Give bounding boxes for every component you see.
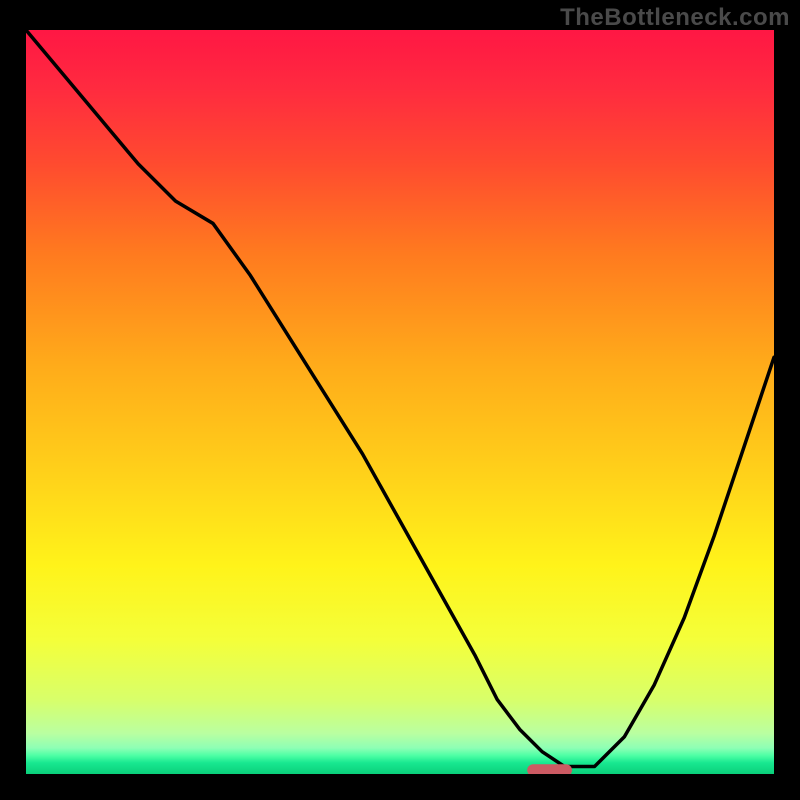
plot-area [26,30,774,774]
watermark-text: TheBottleneck.com [560,4,790,32]
optimum-marker [527,764,572,774]
gradient-background [26,30,774,774]
chart-frame: TheBottleneck.com [0,0,800,800]
bottleneck-plot [26,30,774,774]
